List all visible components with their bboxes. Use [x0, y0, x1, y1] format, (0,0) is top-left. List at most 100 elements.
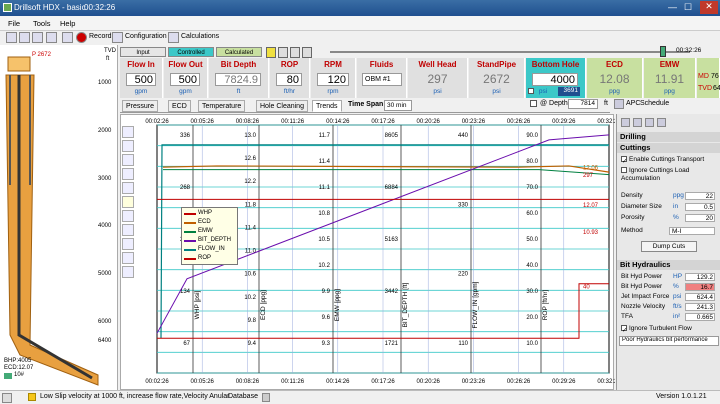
- turbulent-row[interactable]: ✓ Ignore Turbulent Flow: [621, 325, 717, 334]
- x-tick-label: 00:02:26: [145, 379, 169, 385]
- x-tick-label: 00:17:26: [371, 379, 395, 385]
- pan-icon[interactable]: [122, 168, 134, 180]
- depth-tick: 2000: [98, 128, 112, 134]
- tile-well-head: Well Head 297 psi: [408, 58, 468, 98]
- ignore-load-checkbox[interactable]: [621, 167, 627, 174]
- legend-icon[interactable]: [122, 196, 134, 208]
- bottom-hole-checkbox[interactable]: [528, 88, 534, 94]
- bottom-hole-input[interactable]: 4000: [532, 73, 578, 86]
- minimize-icon[interactable]: —: [668, 2, 677, 12]
- y-axis-title: ROP [ft/hr]: [542, 290, 549, 321]
- status-icon: [2, 393, 12, 403]
- new-icon[interactable]: [6, 32, 17, 43]
- calculations-button[interactable]: Calculations: [181, 33, 219, 40]
- play-icon[interactable]: [266, 47, 276, 58]
- crosshair-icon[interactable]: [122, 224, 134, 236]
- record-button[interactable]: Record: [89, 33, 112, 40]
- tab-pressure[interactable]: Pressure: [122, 100, 159, 112]
- open-icon[interactable]: [19, 32, 30, 43]
- apc-button[interactable]: APC: [626, 100, 640, 107]
- fit-icon[interactable]: [122, 182, 134, 194]
- tile-unit: ft: [236, 88, 241, 95]
- rpm-input[interactable]: 120: [317, 73, 349, 86]
- y-tick-label: 12.2: [244, 179, 256, 185]
- method-select[interactable]: M-I: [669, 227, 715, 235]
- configuration-icon[interactable]: [112, 32, 123, 43]
- x-tick-label-top: 00:14:26: [326, 119, 350, 125]
- menu-help[interactable]: Help: [60, 19, 75, 28]
- tile-unit: rpm: [327, 88, 339, 95]
- measure-icon[interactable]: [122, 238, 134, 250]
- x-tick-label: 00:05:26: [191, 379, 215, 385]
- depth-tick: 5000: [98, 271, 112, 277]
- method-label: Method: [621, 227, 643, 234]
- y-tick-label: 50.0: [526, 237, 538, 243]
- window-time: 00:32:26: [84, 3, 116, 12]
- time-slider[interactable]: [330, 51, 690, 53]
- tile-unit: psi: [492, 88, 501, 95]
- enable-transport-row[interactable]: ✓ Enable Cuttings Transport: [621, 156, 717, 165]
- y-tick-label: 330: [458, 202, 469, 208]
- drilling-header[interactable]: Drilling: [617, 132, 720, 142]
- tab-ecd[interactable]: ECD: [168, 100, 191, 112]
- menu-tools[interactable]: Tools: [33, 19, 51, 28]
- flow-in-input[interactable]: 500: [126, 73, 156, 86]
- pause-icon[interactable]: [278, 47, 288, 58]
- ignore-load-row[interactable]: Ignore Cuttings Load Accumulation: [621, 167, 717, 183]
- tile-unit: ft/hr: [283, 88, 296, 95]
- record-icon[interactable]: [76, 32, 87, 43]
- step-icon[interactable]: [290, 47, 300, 58]
- save-icon[interactable]: [32, 32, 43, 43]
- window-title: Drillsoft HDX - basic: [14, 3, 86, 12]
- status-bar: Low Slip velocity at 1000 ft, increase f…: [0, 390, 720, 404]
- x-tick-label-top: 00:23:26: [462, 119, 486, 125]
- close-icon[interactable]: ✕: [700, 1, 718, 14]
- row-label: Porosity: [621, 214, 645, 221]
- cursor-icon[interactable]: [122, 126, 134, 138]
- tab-temperature[interactable]: Temperature: [198, 100, 246, 112]
- print-icon[interactable]: [46, 32, 57, 43]
- fluids-select[interactable]: OBM #1: [362, 73, 402, 86]
- dump-cuts-button[interactable]: Dump Cuts: [641, 241, 697, 252]
- bit-depth-input[interactable]: 7824.9: [215, 73, 261, 86]
- row-value: 241.3: [685, 303, 715, 311]
- bit-hydraulics-header[interactable]: Bit Hydraulics: [617, 260, 720, 270]
- y-tick-label: 11.7: [319, 133, 331, 139]
- tools-icon[interactable]: [645, 118, 654, 127]
- drilling-label: Drilling: [620, 132, 646, 141]
- zoom-out-icon[interactable]: [122, 154, 134, 166]
- turbulent-checkbox[interactable]: ✓: [621, 325, 627, 334]
- porosity-input[interactable]: 20: [685, 214, 715, 222]
- flow-out-input[interactable]: 500: [170, 73, 200, 86]
- apc-icon[interactable]: [614, 99, 624, 109]
- tile-label: Fluids: [369, 60, 394, 69]
- settings-icon[interactable]: [621, 118, 630, 127]
- grid-icon[interactable]: [122, 210, 134, 222]
- y-tick-label: 30.0: [526, 289, 538, 295]
- maximize-icon[interactable]: ☐: [684, 2, 692, 13]
- diameter-input[interactable]: 0.5: [685, 203, 715, 211]
- wrench-icon[interactable]: [633, 118, 642, 127]
- y-tick-label: 80.0: [526, 159, 538, 165]
- export-icon[interactable]: [62, 32, 73, 43]
- menu-file[interactable]: File: [8, 19, 20, 28]
- copy-icon[interactable]: [122, 252, 134, 264]
- bit-hydraulics-label: Bit Hydraulics: [620, 260, 671, 269]
- chart-legend[interactable]: WHP ECD EMW BIT_DEPTH FLOW_IN ROP: [181, 207, 238, 265]
- tab-hole-cleaning[interactable]: Hole Cleaning: [256, 100, 308, 112]
- tab-trends[interactable]: Trends: [312, 100, 342, 112]
- rop-input[interactable]: 80: [276, 73, 302, 86]
- schedule-button[interactable]: Schedule: [640, 100, 669, 107]
- zoom-in-icon[interactable]: [122, 140, 134, 152]
- tile-flow-in: Flow In 500 gpm: [120, 58, 163, 98]
- enable-transport-checkbox[interactable]: ✓: [621, 156, 627, 165]
- calculations-icon[interactable]: [168, 32, 179, 43]
- time-slider-handle[interactable]: [660, 46, 666, 57]
- time-span-select[interactable]: 30 min: [384, 100, 412, 111]
- configuration-button[interactable]: Configuration: [125, 33, 167, 40]
- print-chart-icon[interactable]: [122, 266, 134, 278]
- drop-icon[interactable]: [657, 118, 666, 127]
- fast-forward-icon[interactable]: [302, 47, 312, 58]
- density-input[interactable]: 22: [685, 192, 715, 200]
- cuttings-header[interactable]: Cuttings: [617, 143, 720, 153]
